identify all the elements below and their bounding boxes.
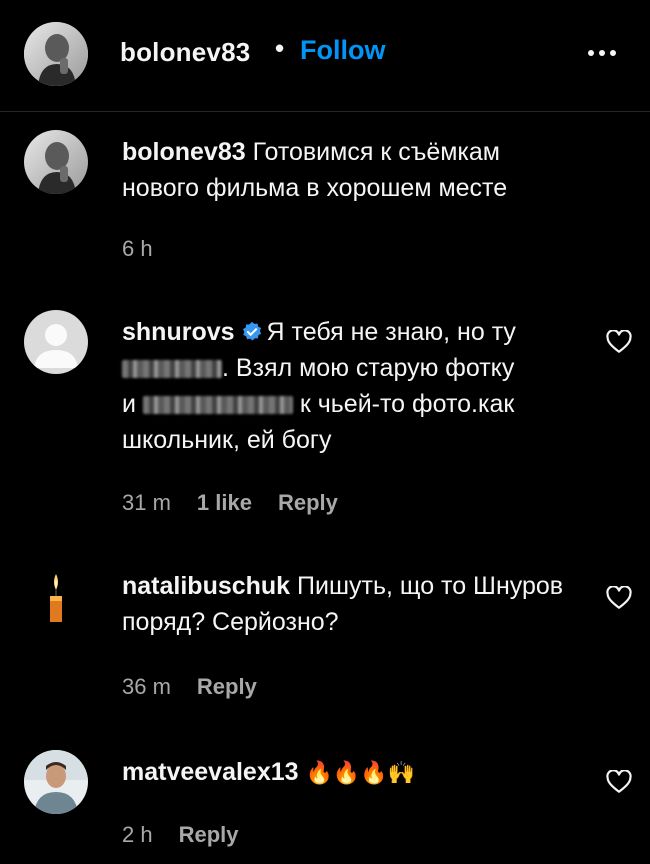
- commenter-username[interactable]: shnurovs: [122, 318, 235, 346]
- caption-time: 6 h: [122, 236, 153, 261]
- comment-text: и: [122, 390, 136, 418]
- follow-button[interactable]: Follow: [300, 35, 385, 66]
- commenter-username[interactable]: natalibuschuk: [122, 572, 290, 600]
- author-username[interactable]: bolonev83: [120, 37, 250, 68]
- comment-text-block: natalibuschuk Пишуть, що то Шнуров поряд…: [122, 568, 582, 640]
- like-heart-icon[interactable]: [606, 330, 632, 354]
- comment-text-block: matveevalex13 🔥🔥🔥🙌: [122, 754, 582, 792]
- comment-text: Я тебя не знаю, но ту: [266, 318, 516, 346]
- comment-text: к чьей-то фото.как: [299, 390, 515, 418]
- comment-text: школьник, ей богу: [122, 426, 332, 454]
- caption-avatar[interactable]: [24, 130, 88, 194]
- reply-button[interactable]: Reply: [179, 822, 239, 847]
- comment-text: . Взял мою старую фотку: [222, 354, 515, 382]
- caption-text-block: bolonev83 Готовимся к съёмкам нового фил…: [122, 134, 582, 206]
- reply-button[interactable]: Reply: [278, 490, 338, 515]
- comment-meta: 36 m Reply: [122, 674, 257, 700]
- blurred-text: [142, 396, 293, 414]
- caption-meta: 6 h: [122, 236, 179, 262]
- reply-button[interactable]: Reply: [197, 674, 257, 699]
- commenter-username[interactable]: matveevalex13: [122, 758, 299, 786]
- commenter-avatar[interactable]: [24, 310, 88, 374]
- post-header: bolonev83 • Follow: [0, 0, 650, 112]
- commenter-avatar[interactable]: [24, 750, 88, 814]
- comment-time: 2 h: [122, 822, 153, 847]
- separator-dot: •: [275, 33, 285, 63]
- like-count[interactable]: 1 like: [197, 490, 252, 515]
- verified-badge-icon: [242, 321, 261, 341]
- comment-emoji-text: 🔥🔥🔥🙌: [305, 761, 416, 786]
- more-options-icon[interactable]: [582, 44, 622, 64]
- caption-username[interactable]: bolonev83: [122, 138, 246, 166]
- comment-text-block: shnurovs Я тебя не знаю, но ту . Взял мою…: [122, 314, 582, 458]
- comment-meta: 31 m 1 like Reply: [122, 490, 338, 516]
- commenter-avatar[interactable]: [24, 566, 88, 630]
- like-heart-icon[interactable]: [606, 586, 632, 610]
- comment-time: 36 m: [122, 674, 171, 699]
- comment-meta: 2 h Reply: [122, 822, 239, 848]
- like-heart-icon[interactable]: [606, 770, 632, 794]
- blurred-text: [122, 360, 222, 378]
- comment-time: 31 m: [122, 490, 171, 515]
- author-avatar[interactable]: [24, 22, 88, 86]
